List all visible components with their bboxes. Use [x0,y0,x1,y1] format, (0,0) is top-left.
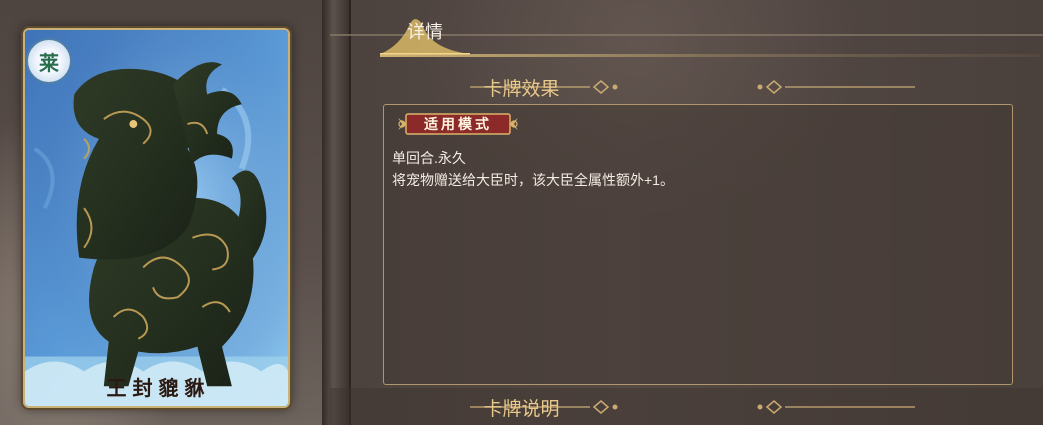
tab-details[interactable]: 详情 [407,18,443,44]
detail-screen: 莱 王封貔貅 详情 卡牌效果 适用模式 单回合.永久 将宠物赠送给大臣时，该大臣… [0,0,1043,425]
effect-panel [383,104,1013,385]
section-ornament-right-2 [757,400,915,414]
column-divider [322,0,350,425]
tab-underline [380,54,1040,57]
section-ornament-right [757,80,915,94]
column-divider-line [349,0,351,425]
mode-badge-label: 适用模式 [424,117,492,133]
effect-duration-text: 单回合.永久 [392,150,466,166]
effect-description-text: 将宠物赠送给大臣时，该大臣全属性额外+1。 [392,172,674,188]
